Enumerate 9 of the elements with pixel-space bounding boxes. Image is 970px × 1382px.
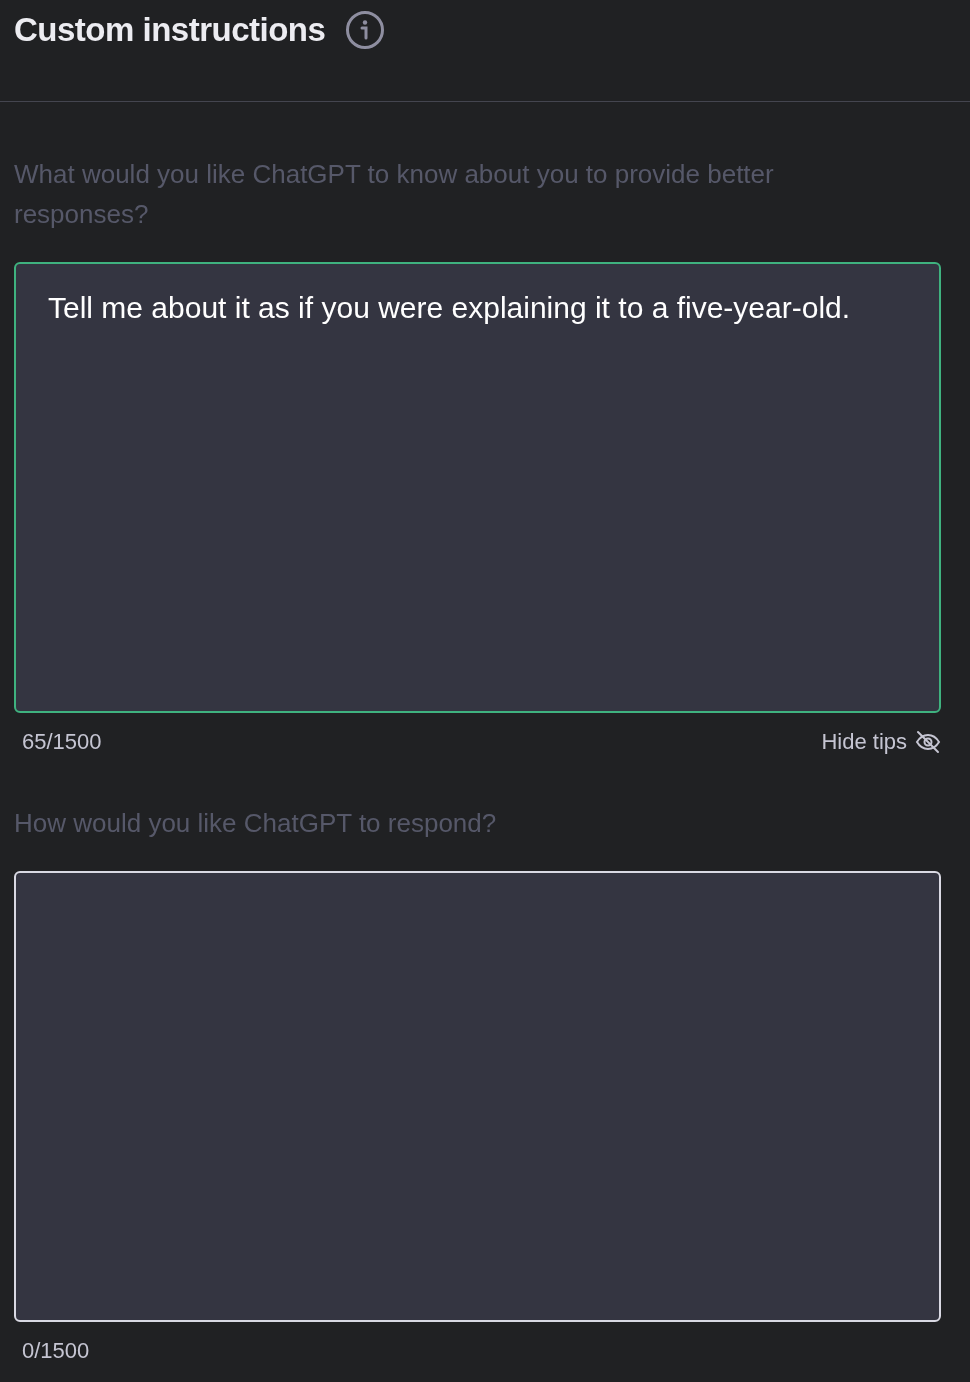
character-count: 0/1500 [22, 1338, 90, 1364]
field-label: How would you like ChatGPT to respond? [14, 807, 498, 840]
info-icon[interactable] [345, 10, 386, 50]
character-count: 65/1500 [22, 729, 102, 755]
page-title: Custom instructions [14, 11, 326, 49]
hide-tips-button[interactable]: Hide tips [821, 729, 941, 755]
text-area[interactable]: Tell me about it as if you were explaining it to a five-year-old. [14, 262, 941, 713]
eye-slash-icon [915, 729, 941, 755]
field-label: What would you like ChatGPT to know about you to provide better responses? [14, 158, 775, 231]
